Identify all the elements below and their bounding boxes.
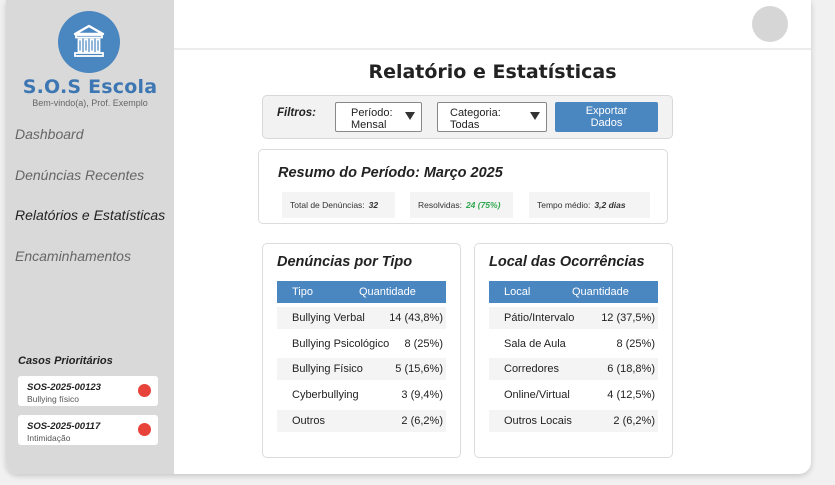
row-value: 3 (9,4%) (401, 389, 443, 401)
nav-recent-reports[interactable]: Denúncias Recentes (15, 167, 144, 183)
column-header-quantity: Quantidade (359, 286, 416, 298)
row-label: Outros Locais (504, 415, 572, 427)
stat-label: Resolvidas: (418, 200, 462, 210)
nav-dashboard[interactable]: Dashboard (15, 126, 84, 142)
table-row: Cyberbullying 3 (9,4%) (277, 384, 446, 406)
table-row: Corredores 6 (18,8%) (489, 358, 658, 380)
table-row: Sala de Aula 8 (25%) (489, 333, 658, 355)
stat-label: Total de Denúncias: (290, 200, 365, 210)
user-avatar[interactable] (752, 6, 788, 42)
row-label: Outros (292, 415, 326, 427)
period-select-label: Período: Mensal (351, 107, 393, 131)
case-id: SOS-2025-00123 (27, 382, 101, 393)
period-select-value: Mensal (351, 119, 387, 131)
column-header-quantity: Quantidade (572, 286, 629, 298)
alert-status-icon (138, 423, 151, 436)
row-label: Online/Virtual (504, 389, 570, 401)
row-value: 5 (15,6%) (395, 363, 443, 375)
row-value: 4 (12,5%) (607, 389, 655, 401)
table-header: Local Quantidade (489, 281, 658, 303)
row-value: 6 (18,8%) (607, 363, 655, 375)
row-value: 14 (43,8%) (389, 312, 443, 324)
dropdown-arrow-icon (530, 112, 540, 120)
row-label: Bullying Físico (292, 363, 363, 375)
export-button-line1: Exportar (585, 105, 628, 117)
alert-status-icon (138, 384, 151, 397)
row-label: Corredores (504, 363, 560, 375)
occurrence-locations-panel: Local das Ocorrências Local Quantidade P… (474, 243, 673, 458)
filters-bar: Filtros: Período: Mensal Categoria: Toda… (262, 95, 673, 139)
table-header: Tipo Quantidade (277, 281, 446, 303)
stat-total-reports: Total de Denúncias: 32 (282, 192, 395, 218)
filters-label: Filtros: (277, 107, 316, 119)
nav-reports-statistics[interactable]: Relatórios e Estatísticas (15, 207, 165, 223)
case-id: SOS-2025-00117 (27, 421, 101, 432)
nav-referrals[interactable]: Encaminhamentos (15, 248, 131, 264)
dropdown-arrow-icon (405, 112, 415, 120)
table-row: Outros Locais 2 (6,2%) (489, 410, 658, 432)
category-select-value: Todas (450, 119, 480, 131)
priority-case-card[interactable]: SOS-2025-00123 Bullying físico (18, 376, 158, 406)
stat-resolved: Resolvidas: 24 (75%) (410, 192, 513, 218)
case-description: Intimidação (27, 433, 71, 443)
row-label: Pátio/Intervalo (504, 312, 575, 324)
row-value: 8 (25%) (616, 338, 655, 350)
row-value: 12 (37,5%) (601, 312, 655, 324)
table-row: Bullying Psicológico 8 (25%) (277, 333, 446, 355)
table-row: Bullying Verbal 14 (43,8%) (277, 307, 446, 329)
school-building-icon (58, 11, 120, 73)
export-button-line2: Dados (590, 117, 623, 129)
stat-label: Tempo médio: (537, 200, 591, 210)
table-row: Outros 2 (6,2%) (277, 410, 446, 432)
row-label: Cyberbullying (292, 389, 359, 401)
stat-average-time: Tempo médio: 3,2 dias (529, 192, 650, 218)
case-description: Bullying físico (27, 394, 79, 404)
column-header-location: Local (504, 286, 531, 298)
page-title: Relatório e Estatísticas (368, 61, 617, 83)
row-label: Bullying Psicológico (292, 338, 390, 350)
row-value: 8 (25%) (404, 338, 443, 350)
table-row: Bullying Físico 5 (15,6%) (277, 358, 446, 380)
app-window: S.O.S Escola Bem-vindo(a), Prof. Exemplo… (6, 0, 811, 474)
category-select-caption: Categoria: (450, 107, 501, 119)
stat-value: 3,2 dias (594, 200, 626, 210)
brand-name: S.O.S Escola (22, 76, 158, 98)
reports-by-type-panel: Denúncias por Tipo Tipo Quantidade Bully… (262, 243, 461, 458)
period-select[interactable]: Período: Mensal (335, 102, 422, 132)
category-select-label: Categoria: Todas (450, 107, 501, 131)
row-value: 2 (6,2%) (401, 415, 443, 427)
panel-title: Local das Ocorrências (489, 254, 645, 270)
priority-cases-title: Casos Prioritários (18, 355, 113, 367)
table-row: Pátio/Intervalo 12 (37,5%) (489, 307, 658, 329)
table-row: Online/Virtual 4 (12,5%) (489, 384, 658, 406)
category-select[interactable]: Categoria: Todas (437, 102, 547, 132)
row-value: 2 (6,2%) (613, 415, 655, 427)
period-select-caption: Período: (351, 107, 393, 119)
top-bar (174, 0, 811, 50)
export-data-button[interactable]: Exportar Dados (555, 102, 658, 132)
priority-case-card[interactable]: SOS-2025-00117 Intimidação (18, 415, 158, 445)
welcome-text: Bem-vindo(a), Prof. Exemplo (32, 98, 148, 108)
column-header-type: Tipo (292, 286, 313, 298)
row-label: Sala de Aula (504, 338, 566, 350)
panel-title: Denúncias por Tipo (277, 254, 413, 270)
row-label: Bullying Verbal (292, 312, 365, 324)
sidebar: S.O.S Escola Bem-vindo(a), Prof. Exemplo… (6, 0, 174, 474)
period-summary-card: Resumo do Período: Março 2025 Total de D… (258, 149, 668, 224)
summary-title: Resumo do Período: Março 2025 (278, 165, 503, 181)
stat-value: 32 (368, 200, 379, 210)
stat-value: 24 (75%) (465, 200, 501, 210)
